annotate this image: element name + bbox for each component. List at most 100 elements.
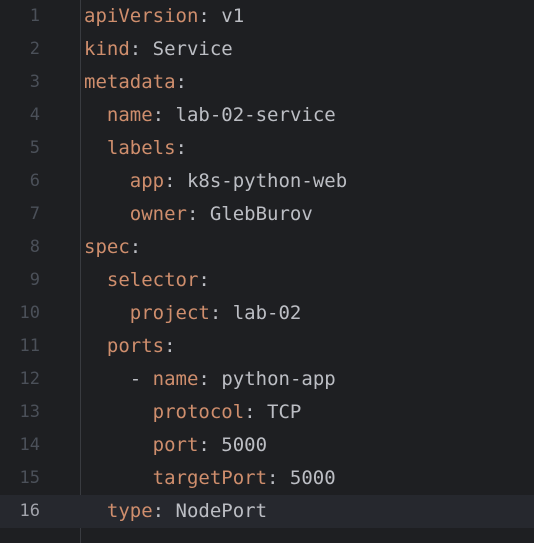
yaml-value: k8s-python-web [175, 170, 348, 192]
yaml-colon: : [152, 104, 165, 126]
yaml-value: python-app [209, 368, 336, 390]
yaml-colon: : [198, 434, 210, 456]
line-number: 5 [29, 138, 40, 158]
code-line[interactable]: 3 metadata: [0, 66, 534, 99]
yaml-value: TCP [255, 401, 302, 423]
code-line[interactable]: 16 type: NodePort [0, 495, 534, 528]
yaml-colon: : [244, 401, 256, 423]
code-line[interactable]: 8 spec: [0, 231, 534, 264]
yaml-key: project [129, 302, 210, 324]
code-text: kind: Service [84, 33, 233, 66]
yaml-value: Service [141, 38, 233, 60]
code-text: metadata: [84, 66, 187, 99]
line-number: 3 [29, 72, 40, 92]
yaml-key: kind [84, 38, 130, 60]
code-line[interactable]: 13 protocol: TCP [0, 396, 534, 429]
line-number: 14 [19, 435, 40, 455]
line-number: 7 [29, 204, 40, 224]
code-text: type: NodePort [84, 495, 267, 528]
code-text: labels: [84, 132, 187, 165]
yaml-key: ports [106, 335, 165, 357]
code-line[interactable]: 1 apiVersion: v1 [0, 0, 534, 33]
yaml-value: lab-02 [221, 302, 302, 324]
code-line[interactable]: 5 labels: [0, 132, 534, 165]
code-line[interactable]: 12 - name: python-app [0, 363, 534, 396]
code-text: spec: [84, 231, 141, 264]
line-number: 4 [29, 105, 40, 125]
code-line[interactable]: 10 project: lab-02 [0, 297, 534, 330]
line-number: 8 [29, 237, 40, 257]
line-number: 15 [19, 468, 40, 488]
yaml-key: port [152, 434, 199, 456]
list-dash: - [129, 368, 153, 390]
code-text: targetPort: 5000 [84, 462, 336, 495]
code-editor[interactable]: 1 apiVersion: v1 2 kind: Service 3 metadata: 4… [0, 0, 534, 543]
code-line[interactable]: 15 targetPort: 5000 [0, 462, 534, 495]
line-number: 16 [19, 501, 40, 521]
yaml-colon: : [267, 467, 279, 489]
code-line[interactable]: 6 app: k8s-python-web [0, 165, 534, 198]
code-line[interactable]: 11 ports: [0, 330, 534, 363]
code-text: port: 5000 [84, 429, 267, 462]
line-number: 10 [19, 303, 40, 323]
yaml-value: NodePort [164, 500, 268, 522]
yaml-key: labels [106, 137, 176, 159]
yaml-key: metadata [84, 71, 176, 93]
code-text: - name: python-app [84, 363, 336, 396]
line-number: 1 [29, 6, 40, 26]
code-text: owner: GlebBurov [84, 198, 313, 231]
code-text: name: lab-02-service [84, 99, 336, 132]
yaml-key: owner [129, 203, 187, 225]
yaml-key: protocol [152, 401, 245, 423]
code-line[interactable]: 7 owner: GlebBurov [0, 198, 534, 231]
yaml-colon: : [186, 203, 199, 225]
code-line[interactable]: 2 kind: Service [0, 33, 534, 66]
code-line[interactable]: 14 port: 5000 [0, 429, 534, 462]
yaml-key: spec [84, 236, 130, 258]
line-number: 12 [19, 369, 40, 389]
yaml-key: selector [106, 269, 199, 291]
yaml-colon: : [164, 170, 176, 192]
line-number: 11 [19, 336, 40, 356]
code-text: apiVersion: v1 [84, 0, 244, 33]
code-text: app: k8s-python-web [84, 165, 347, 198]
line-number: 6 [29, 171, 40, 191]
yaml-colon: : [175, 137, 187, 159]
code-text: protocol: TCP [84, 396, 302, 429]
code-line[interactable]: 9 selector: [0, 264, 534, 297]
yaml-colon: : [164, 335, 176, 357]
yaml-colon: : [198, 368, 210, 390]
yaml-key: apiVersion [84, 5, 199, 27]
line-number: 2 [29, 39, 40, 59]
yaml-key: name [106, 104, 153, 126]
yaml-key: type [106, 500, 153, 522]
line-number: 13 [19, 402, 40, 422]
yaml-colon: : [129, 38, 142, 60]
yaml-colon: : [129, 236, 142, 258]
code-text: project: lab-02 [84, 297, 302, 330]
yaml-value: 5000 [278, 467, 336, 489]
yaml-value: GlebBurov [198, 203, 313, 225]
code-text: ports: [84, 330, 176, 363]
yaml-key: app [129, 170, 165, 192]
yaml-key: targetPort [152, 467, 268, 489]
yaml-value: 5000 [209, 434, 268, 456]
line-number: 9 [29, 270, 40, 290]
yaml-value: v1 [209, 5, 245, 27]
yaml-colon: : [198, 5, 210, 27]
yaml-value: lab-02-service [164, 104, 336, 126]
yaml-key: name [152, 368, 199, 390]
code-line[interactable]: 4 name: lab-02-service [0, 99, 534, 132]
